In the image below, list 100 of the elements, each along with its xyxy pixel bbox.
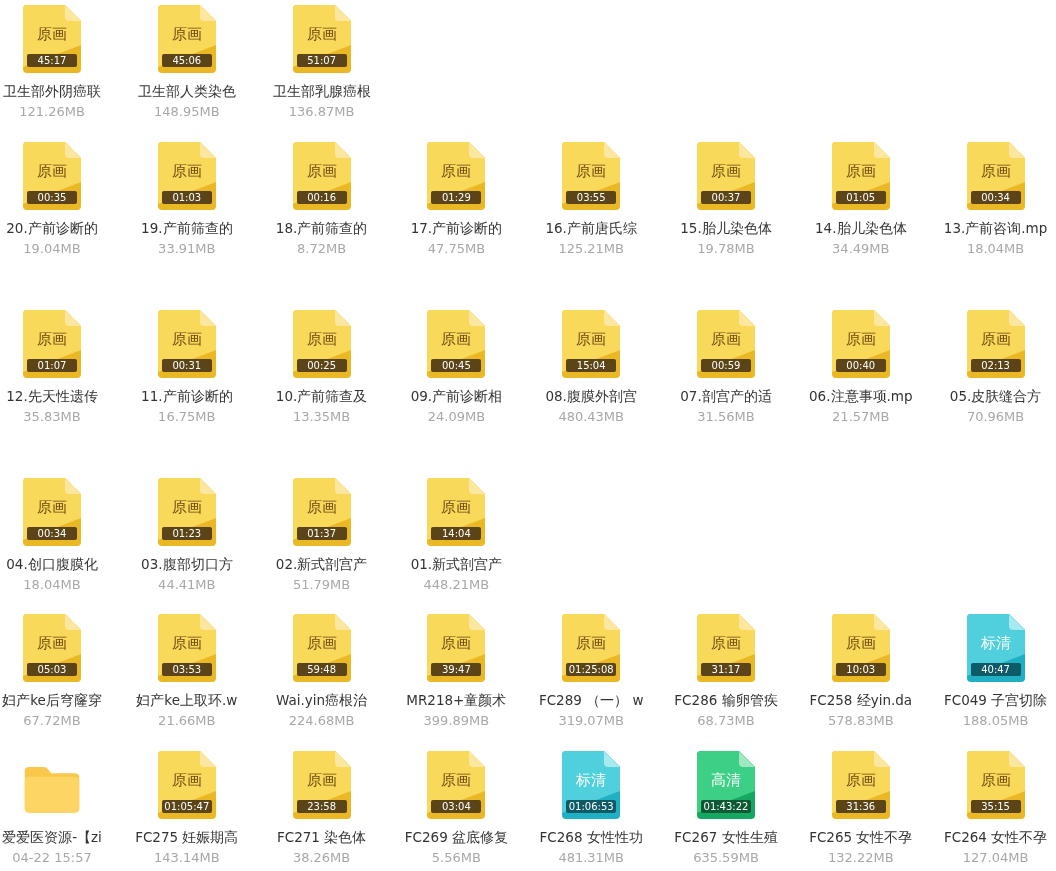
file-detail: 38.26MB bbox=[292, 850, 351, 866]
quality-label: 原画 bbox=[37, 498, 67, 517]
duration-badge: 00:34 bbox=[970, 191, 1021, 204]
file-detail: 127.04MB bbox=[962, 850, 1029, 866]
file-detail: 33.91MB bbox=[158, 241, 216, 257]
file-detail: 5.56MB bbox=[431, 850, 481, 866]
file-name[interactable]: FC275 妊娠期高 bbox=[135, 829, 239, 846]
file-name[interactable]: 13.产前咨询.mp bbox=[943, 220, 1048, 237]
quality-label: 原画 bbox=[171, 771, 202, 790]
file-detail: 148.95MB bbox=[154, 104, 220, 120]
file-name[interactable]: 03.腹部切口方 bbox=[141, 556, 233, 573]
video-file-icon[interactable] bbox=[562, 751, 621, 819]
file-name[interactable]: FC267 女性生殖 bbox=[674, 829, 778, 846]
file-name[interactable]: 01.新式剖宫产 bbox=[410, 556, 503, 573]
file-name[interactable]: 20.产前诊断的 bbox=[6, 220, 98, 237]
quality-label: 原画 bbox=[980, 771, 1011, 790]
file-name[interactable]: 08.腹膜外剖宫 bbox=[545, 388, 637, 405]
quality-label: 原画 bbox=[576, 330, 607, 349]
quality-label: 标清 bbox=[576, 771, 607, 790]
file-name[interactable]: 05.皮肤缝合方 bbox=[949, 388, 1042, 405]
file-detail: 44.41MB bbox=[158, 577, 216, 593]
duration-badge: 01:23 bbox=[161, 527, 212, 540]
file-detail: 67.72MB bbox=[23, 713, 81, 729]
video-file-icon[interactable] bbox=[157, 751, 216, 819]
file-detail: 399.89MB bbox=[423, 713, 490, 729]
quality-label: 原画 bbox=[441, 771, 472, 790]
duration-badge: 35:15 bbox=[970, 800, 1021, 813]
file-detail: 19.78MB bbox=[697, 241, 755, 257]
file-name[interactable]: 19.产前筛查的 bbox=[141, 220, 233, 237]
duration-badge: 00:35 bbox=[27, 191, 77, 204]
file-name[interactable]: FC269 盆底修复 bbox=[404, 829, 508, 846]
quality-label: 原画 bbox=[711, 634, 741, 653]
quality-label: 原画 bbox=[845, 634, 876, 653]
file-name[interactable]: FC271 染色体 bbox=[276, 829, 367, 846]
quality-label: 原画 bbox=[441, 330, 472, 349]
quality-label: 原画 bbox=[306, 498, 337, 517]
file-name[interactable]: FC265 女性不孕 bbox=[809, 829, 913, 846]
file-name[interactable]: MR218+童颜术 bbox=[406, 692, 507, 709]
file-name[interactable]: 16.产前唐氏综 bbox=[545, 220, 637, 237]
duration-badge: 39:47 bbox=[431, 663, 482, 676]
duration-badge: 31:36 bbox=[835, 800, 886, 813]
file-name[interactable]: 02.新式剖宫产 bbox=[275, 556, 368, 573]
file-name[interactable]: 12.先天性遗传 bbox=[6, 388, 98, 405]
file-name[interactable]: 14.胎儿染色体 bbox=[815, 220, 907, 237]
file-name[interactable]: 17.产前诊断的 bbox=[410, 220, 503, 237]
file-name[interactable]: 04.创口腹膜化 bbox=[6, 556, 98, 573]
file-name[interactable]: 18.产前筛查的 bbox=[275, 220, 368, 237]
video-file-icon[interactable] bbox=[697, 751, 755, 819]
video-file-icon[interactable] bbox=[562, 614, 621, 682]
quality-label: 原画 bbox=[441, 498, 472, 517]
file-name[interactable]: FC264 女性不孕 bbox=[943, 829, 1048, 846]
duration-badge: 00:45 bbox=[431, 359, 482, 372]
duration-badge: 45:06 bbox=[161, 54, 212, 67]
file-detail: 47.75MB bbox=[427, 241, 486, 257]
file-name[interactable]: 10.产前筛查及 bbox=[275, 388, 368, 405]
file-detail: 24.09MB bbox=[427, 409, 486, 425]
duration-badge: 00:59 bbox=[701, 359, 751, 372]
file-name[interactable]: 11.产前诊断的 bbox=[141, 388, 233, 405]
quality-label: 原画 bbox=[37, 25, 67, 44]
duration-badge: 31:17 bbox=[701, 663, 751, 676]
file-name[interactable]: FC049 子宫切除 bbox=[943, 692, 1048, 709]
file-name[interactable]: 09.产前诊断相 bbox=[410, 388, 503, 405]
file-detail: 188.05MB bbox=[962, 713, 1029, 729]
file-detail: 125.21MB bbox=[558, 241, 624, 257]
file-name[interactable]: 卫生部人类染色 bbox=[137, 83, 236, 100]
file-detail: 34.49MB bbox=[832, 241, 890, 257]
duration-badge: 14:04 bbox=[431, 527, 482, 540]
quality-label: 原画 bbox=[171, 330, 202, 349]
file-detail: 31.56MB bbox=[697, 409, 755, 425]
quality-label: 原画 bbox=[980, 162, 1011, 181]
quality-label: 原画 bbox=[576, 634, 607, 653]
file-name[interactable]: FC286 输卵管疾 bbox=[674, 692, 778, 709]
duration-badge: 03:04 bbox=[431, 800, 482, 813]
duration-badge: 05:03 bbox=[27, 663, 77, 676]
file-name[interactable]: 15.胎儿染色体 bbox=[680, 220, 772, 237]
file-name[interactable]: FC268 女性性功 bbox=[539, 829, 643, 846]
file-name[interactable]: 妇产ke上取环.w bbox=[136, 692, 238, 709]
file-detail: 121.26MB bbox=[19, 104, 85, 120]
quality-label: 原画 bbox=[37, 330, 67, 349]
quality-label: 原画 bbox=[711, 330, 741, 349]
duration-badge: 03:55 bbox=[566, 191, 617, 204]
file-detail: 21.66MB bbox=[158, 713, 216, 729]
file-name[interactable]: 卫生部外阴癌联 bbox=[3, 83, 101, 100]
duration-badge: 00:31 bbox=[161, 359, 212, 372]
file-name[interactable]: FC258 经yin.da bbox=[809, 692, 913, 709]
file-name[interactable]: 卫生部乳腺癌根 bbox=[272, 83, 371, 100]
quality-label: 原画 bbox=[306, 771, 337, 790]
duration-badge: 00:34 bbox=[27, 527, 77, 540]
file-detail: 448.21MB bbox=[423, 577, 490, 593]
file-name[interactable]: 妇产ke后穹窿穿 bbox=[2, 692, 102, 709]
file-name[interactable]: Wai.yin癌根治 bbox=[276, 692, 368, 709]
file-name[interactable]: 07.剖宫产的适 bbox=[680, 388, 772, 405]
quality-label: 原画 bbox=[845, 771, 876, 790]
file-name[interactable]: 爱爱医资源-【zi bbox=[2, 829, 102, 846]
duration-badge: 15:04 bbox=[566, 359, 617, 372]
file-name[interactable]: FC289 （一） w bbox=[538, 692, 644, 709]
duration-badge: 45:17 bbox=[27, 54, 77, 67]
duration-badge: 01:06:53 bbox=[566, 800, 617, 813]
file-detail: 635.59MB bbox=[693, 850, 759, 866]
file-name[interactable]: 06.注意事项.mp bbox=[809, 388, 913, 405]
